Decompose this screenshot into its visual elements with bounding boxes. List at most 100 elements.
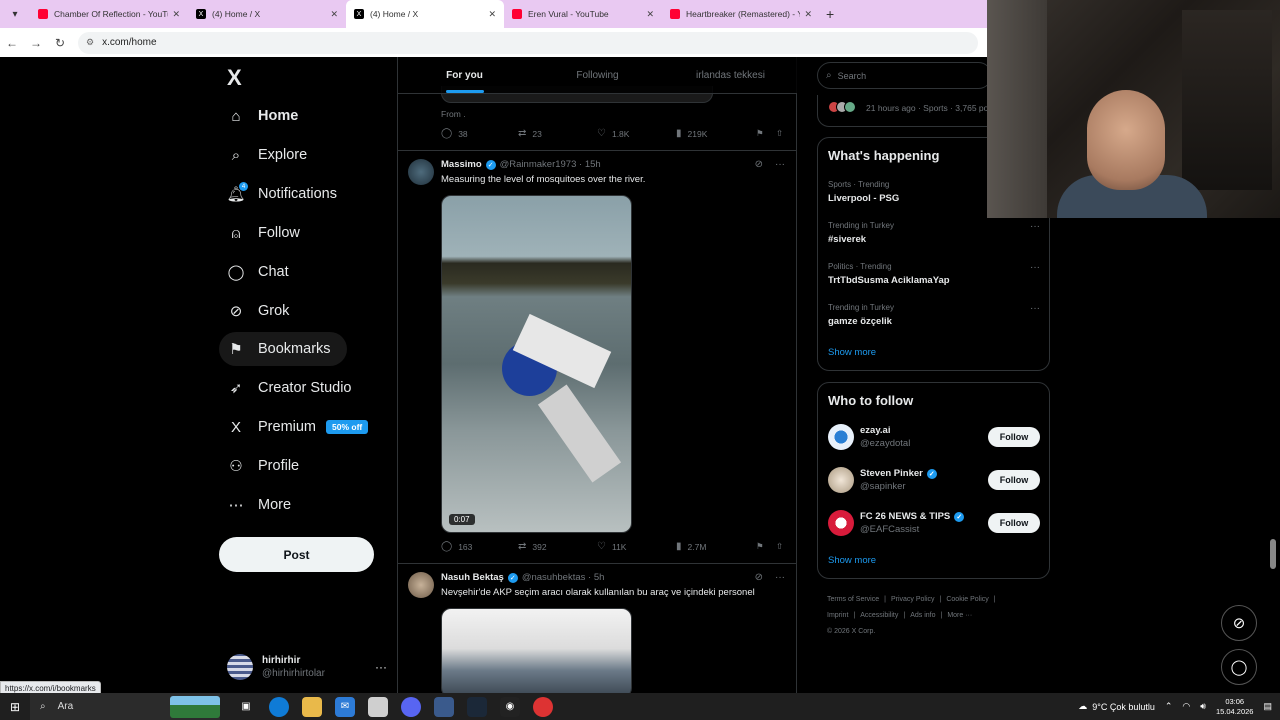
share-button[interactable]: ⇧ — [776, 541, 783, 552]
footer-link[interactable]: Privacy Policy — [891, 596, 935, 603]
close-tab-icon[interactable]: ✕ — [330, 9, 338, 20]
sidebar-item-notifications[interactable]: 🔔︎ 4 Notifications — [219, 177, 353, 211]
bookmark-button[interactable]: ⚑ — [756, 541, 776, 552]
follow-suggestion[interactable]: Steven Pinker ✓ @sapinker Follow — [828, 466, 1040, 494]
repost-button[interactable]: ⇄ 392 — [518, 541, 597, 552]
chevron-up-icon[interactable]: ⌃ — [1165, 701, 1173, 712]
close-tab-icon[interactable]: ✕ — [646, 9, 654, 20]
trend-item[interactable]: Trending in Turkey #siverek ··· — [828, 221, 1040, 245]
show-more-link[interactable]: Show more — [828, 347, 876, 358]
new-tab-button[interactable]: + — [826, 6, 834, 22]
more-dots-icon[interactable]: ··· — [775, 572, 785, 583]
browser-tab[interactable]: Heartbreaker (Remastered) - YouTube ✕ — [662, 0, 820, 28]
views-button[interactable]: ▮ 219K — [676, 128, 756, 139]
volume-icon[interactable]: 🔊︎ — [1200, 701, 1206, 712]
sidebar-item-explore[interactable]: ⌕ Explore — [219, 138, 323, 172]
follow-suggestion[interactable]: ezay.ai @ezaydotal Follow — [828, 423, 1040, 451]
file-explorer-icon[interactable] — [302, 696, 322, 717]
tab-irlandas-tekkesi[interactable]: irlandas tekkesi — [664, 57, 797, 93]
close-tab-icon[interactable]: ✕ — [488, 9, 496, 20]
footer-link[interactable]: Ads info — [910, 612, 935, 619]
follow-button[interactable]: Follow — [988, 427, 1040, 447]
discord-icon[interactable] — [401, 696, 421, 717]
tab-for-you[interactable]: For you — [398, 57, 531, 93]
url-input[interactable]: ⚙ x.com/home — [78, 31, 978, 54]
sidebar-item-creator-studio[interactable]: ➶ Creator Studio — [219, 371, 368, 405]
messages-button[interactable]: ◯ — [1221, 649, 1257, 685]
sidebar-item-grok[interactable]: ⊘ Grok — [219, 294, 305, 328]
tab-list-chevron-icon[interactable]: ▾ — [4, 3, 26, 25]
browser-tab[interactable]: Chamber Of Reflection - YouTube ✕ — [30, 0, 188, 28]
app-icon[interactable] — [434, 696, 454, 717]
avatar[interactable] — [408, 159, 434, 185]
sidebar-item-more[interactable]: ⋯ More — [219, 488, 307, 522]
clock[interactable]: 03:06 15.04.2026 — [1216, 697, 1254, 717]
like-button[interactable]: ♡ 1.8K — [597, 128, 676, 139]
close-tab-icon[interactable]: ✕ — [172, 9, 180, 20]
reply-button[interactable]: ◯ 38 — [441, 128, 518, 139]
sidebar-item-follow[interactable]: ⍝ Follow — [219, 216, 316, 250]
search-input[interactable]: ⌕ Search — [817, 62, 992, 89]
views-button[interactable]: ▮ 2.7M — [676, 541, 756, 552]
browser-tab-active[interactable]: X (4) Home / X ✕ — [346, 0, 504, 28]
grok-icon[interactable]: ⊘ — [755, 572, 763, 583]
more-dots-icon[interactable]: ··· — [1030, 221, 1040, 232]
tweet[interactable]: Nasuh Bektaş ✓ @nasuhbektas · 5h ⊘ ··· N… — [398, 563, 797, 693]
forward-arrow-icon[interactable]: → — [24, 36, 48, 50]
browser-tab[interactable]: X (4) Home / X ✕ — [188, 0, 346, 28]
sidebar-item-profile[interactable]: ⚇ Profile — [219, 449, 315, 483]
like-button[interactable]: ♡ 11K — [597, 541, 676, 552]
more-dots-icon[interactable]: ··· — [1030, 262, 1040, 273]
footer-link[interactable]: Imprint — [827, 612, 848, 619]
post-button[interactable]: Post — [219, 537, 374, 572]
follow-button[interactable]: Follow — [988, 470, 1040, 490]
author-name[interactable]: Massimo — [441, 159, 482, 170]
notes-icon[interactable] — [368, 696, 388, 717]
trend-item[interactable]: Politics · Trending TrtTbdSusma Aciklama… — [828, 262, 1040, 286]
chrome-icon[interactable] — [533, 696, 553, 717]
tweet[interactable]: Massimo ✓ @Rainmaker1973 · 15h ⊘ ··· Mea… — [398, 150, 797, 562]
back-arrow-icon[interactable]: ← — [0, 36, 24, 50]
sidebar-item-bookmarks[interactable]: ⚑ Bookmarks — [219, 332, 347, 366]
footer-link[interactable]: Terms of Service — [827, 596, 879, 603]
video-player[interactable]: 0:07 — [441, 195, 632, 533]
tweet-image[interactable] — [441, 608, 632, 693]
weather-widget[interactable]: ☁ 9°C Çok bulutlu — [1078, 701, 1155, 712]
task-view-icon[interactable]: ▣ — [236, 697, 256, 717]
reply-button[interactable]: ◯ 163 — [441, 541, 518, 552]
notifications-icon[interactable]: ▤ — [1263, 701, 1272, 712]
repost-button[interactable]: ⇄ 23 — [518, 128, 597, 139]
show-more-link[interactable]: Show more — [828, 555, 876, 566]
tweet-time[interactable]: 15h — [585, 159, 601, 170]
mail-icon[interactable]: ✉ — [335, 696, 355, 717]
more-dots-icon[interactable]: ··· — [1030, 303, 1040, 314]
obs-icon[interactable]: ◉ — [500, 696, 520, 717]
tab-following[interactable]: Following — [531, 57, 664, 93]
author-handle[interactable]: @Rainmaker1973 — [500, 159, 577, 170]
author-handle[interactable]: @nasuhbektas — [522, 572, 586, 583]
close-tab-icon[interactable]: ✕ — [804, 9, 812, 20]
reload-icon[interactable]: ↻ — [48, 36, 72, 50]
sidebar-item-chat[interactable]: ◯ Chat — [219, 255, 305, 289]
share-button[interactable]: ⇧ — [776, 128, 783, 139]
avatar[interactable] — [408, 572, 434, 598]
wifi-icon[interactable]: ◠ — [1182, 701, 1190, 712]
sidebar-item-premium[interactable]: X Premium 50% off — [219, 410, 384, 444]
author-name[interactable]: Nasuh Bektaş — [441, 572, 504, 583]
edge-icon[interactable] — [269, 696, 289, 717]
bookmark-button[interactable]: ⚑ — [756, 128, 776, 139]
windows-start-icon[interactable]: ⊞ — [0, 700, 30, 714]
browser-tab[interactable]: Eren Vural - YouTube ✕ — [504, 0, 662, 28]
follow-suggestion[interactable]: FC 26 NEWS & TIPS ✓ @EAFCassist Follow — [828, 509, 1040, 537]
sidebar-item-home[interactable]: ⌂ Home — [219, 99, 314, 133]
tweet-time[interactable]: 5h — [594, 572, 605, 583]
account-switcher[interactable]: hirhirhir @hirhirhirtolar ··· — [227, 649, 387, 685]
more-dots-icon[interactable]: ··· — [375, 660, 387, 674]
steam-icon[interactable] — [467, 696, 487, 717]
grok-icon[interactable]: ⊘ — [755, 159, 763, 170]
site-info-icon[interactable]: ⚙ — [86, 37, 94, 48]
footer-link[interactable]: Accessibility — [860, 612, 898, 619]
x-logo-icon[interactable]: X — [227, 65, 242, 91]
follow-button[interactable]: Follow — [988, 513, 1040, 533]
footer-link[interactable]: Cookie Policy — [946, 596, 988, 603]
